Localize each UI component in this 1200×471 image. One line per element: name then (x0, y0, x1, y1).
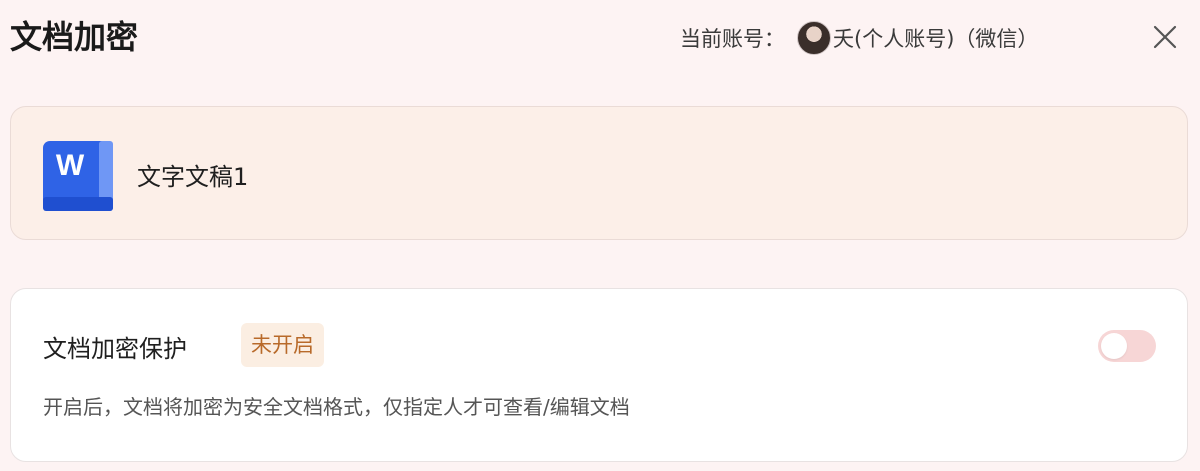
close-button[interactable] (1150, 22, 1180, 52)
status-badge: 未开启 (241, 323, 324, 367)
file-name: 文字文稿1 (137, 163, 249, 191)
account-name: 夭(个人账号)（微信） (833, 27, 1039, 51)
word-icon-letter: W (56, 149, 85, 182)
encryption-label: 文档加密保护 (43, 335, 187, 363)
encryption-setting-card: 文档加密保护 未开启 开启后，文档将加密为安全文档格式，仅指定人才可查看/编辑文… (10, 288, 1188, 462)
account-label: 当前账号： (680, 27, 785, 51)
account-info: 当前账号： 夭(个人账号)（微信） (680, 20, 1038, 56)
close-icon (1153, 25, 1177, 49)
avatar (797, 21, 831, 55)
encryption-toggle[interactable] (1098, 330, 1156, 362)
word-document-icon: W (43, 141, 113, 211)
file-card: W 文字文稿1 (10, 106, 1188, 240)
dialog-title: 文档加密 (10, 18, 139, 56)
toggle-knob (1101, 333, 1127, 359)
encryption-description: 开启后，文档将加密为安全文档格式，仅指定人才可查看/编辑文档 (43, 395, 630, 419)
